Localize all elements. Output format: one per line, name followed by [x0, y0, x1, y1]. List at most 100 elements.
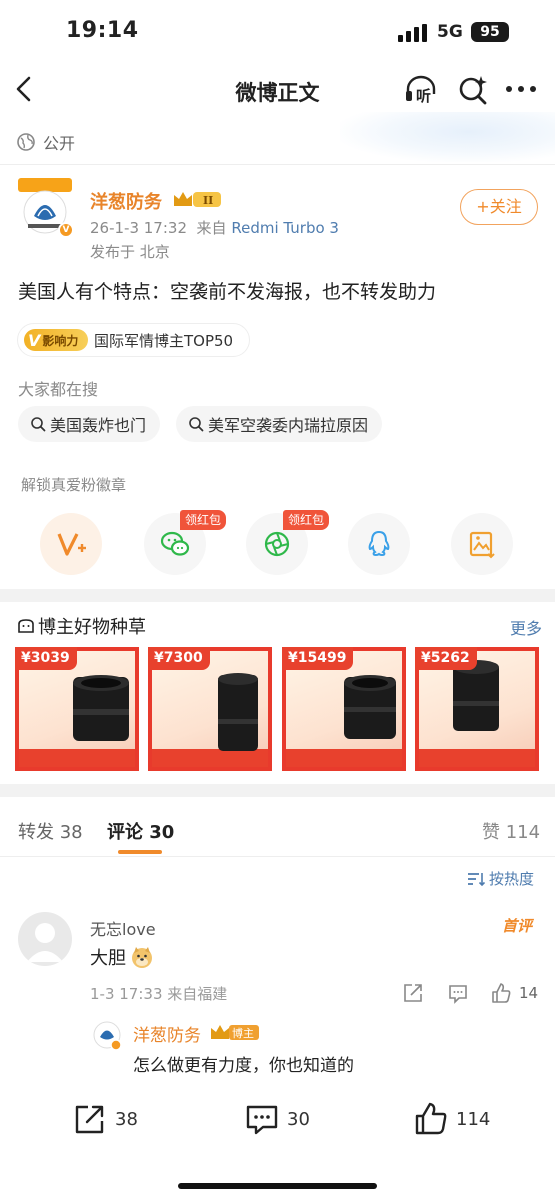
comment-icon [246, 1105, 278, 1135]
section-separator [0, 784, 555, 797]
goods-section-title: 博主好物种草 [16, 613, 146, 639]
product-price: ¥7300 [148, 647, 210, 670]
camera-lens-icon [218, 673, 258, 751]
tab-likes[interactable]: 赞 114 [482, 818, 540, 844]
influence-badge[interactable]: V 影响力 国际军情博主TOP50 [17, 323, 250, 357]
section-separator [0, 589, 555, 602]
post-body: 美国人有个特点：空袭前不发海报，也不转发助力 [18, 281, 437, 303]
first-comment-badge: 首评 [502, 917, 533, 935]
signal-icon [398, 24, 427, 42]
v-plus-icon [57, 533, 86, 556]
share-qq-button[interactable] [348, 513, 410, 575]
product-card[interactable]: ¥7300 [148, 647, 272, 771]
level-badge-text: II [203, 194, 213, 207]
search-icon [31, 417, 46, 432]
home-indicator [178, 1183, 377, 1189]
reply-author-avatar[interactable] [92, 1019, 122, 1051]
comment-body: 大胆 [90, 944, 154, 970]
goods-more-link[interactable]: 更多 [510, 615, 542, 639]
verified-badge-icon: V [58, 222, 74, 238]
influence-icon: V 影响力 [24, 329, 88, 351]
moments-icon [264, 531, 290, 557]
status-bar: 19:14 5G 95 [0, 0, 555, 62]
back-icon[interactable] [12, 74, 36, 104]
save-image-button[interactable] [451, 513, 513, 575]
product-card[interactable]: ¥15499 [282, 647, 406, 771]
comment-like-count: 14 [519, 984, 539, 1002]
commenter-name[interactable]: 无忘love [90, 916, 156, 940]
nav-bar: 微博正文 听 [0, 62, 555, 118]
post-device[interactable]: Redmi Turbo 3 [231, 219, 339, 237]
more-icon[interactable] [504, 76, 538, 102]
unlock-badge-title: 解锁真爱粉徽章 [21, 476, 127, 494]
divider [0, 856, 555, 857]
reply-author-name[interactable]: 洋葱防务 [133, 1021, 201, 1046]
red-packet-tag: 领红包 [180, 510, 227, 530]
hot-search-label: 美军空袭委内瑞拉原因 [208, 416, 369, 435]
comment-count: 30 [287, 1108, 310, 1130]
globe-icon [17, 133, 35, 151]
camera-lens-icon [344, 675, 396, 739]
default-avatar-icon [27, 923, 63, 962]
comment-button[interactable]: 30 [245, 1102, 310, 1136]
product-price: ¥3039 [15, 647, 77, 670]
camera-lens-icon [73, 675, 129, 741]
post-meta: 26-1-3 17:32 来自 Redmi Turbo 3 [90, 217, 339, 238]
listen-label: 听 [416, 87, 431, 104]
goods-bag-icon [18, 619, 34, 633]
repost-button[interactable]: 38 [73, 1102, 138, 1136]
product-price: ¥5262 [415, 647, 477, 670]
hot-search-label: 美国轰炸也门 [50, 416, 147, 435]
product-card[interactable]: ¥5262 [415, 647, 539, 771]
hot-search-chip[interactable]: 美国轰炸也门 [18, 406, 161, 442]
comment-reply-icon[interactable] [447, 982, 469, 1004]
hot-search-title: 大家都在搜 [18, 380, 99, 399]
divider [0, 164, 555, 165]
comment-meta: 1-3 17:33 来自福建 [90, 985, 228, 1003]
like-count: 114 [456, 1108, 491, 1130]
post-location: 发布于 北京 [90, 243, 170, 261]
qq-icon [368, 530, 390, 557]
like-button[interactable]: 114 [414, 1102, 490, 1136]
post-timestamp: 26-1-3 17:32 [90, 219, 187, 237]
comment-like-icon[interactable] [490, 982, 512, 1004]
save-image-icon [469, 531, 495, 559]
fan-badge-button[interactable] [40, 513, 102, 575]
headphones-listen-icon[interactable]: 听 [404, 74, 442, 104]
header-decoration [340, 112, 555, 162]
sort-icon [468, 872, 485, 886]
battery-icon: 95 [471, 22, 509, 42]
status-time: 19:14 [66, 18, 139, 43]
hot-search-chip[interactable]: 美军空袭委内瑞拉原因 [176, 406, 383, 442]
blogger-crown-badge-icon: 博主 [211, 1025, 259, 1040]
post-tabs: 转发 38 评论 30 赞 114 [0, 810, 555, 856]
doge-emoji-icon [132, 947, 152, 968]
crown-level-badge-icon: II [174, 192, 221, 207]
red-packet-tag: 领红包 [283, 510, 330, 530]
follow-button[interactable]: +关注 [460, 189, 538, 225]
like-icon [415, 1102, 447, 1135]
repost-count: 38 [115, 1108, 138, 1130]
author-name[interactable]: 洋葱防务 [90, 188, 162, 214]
ai-search-icon[interactable] [457, 74, 489, 106]
network-type: 5G [437, 22, 463, 42]
active-tab-indicator [118, 850, 162, 854]
repost-icon [75, 1105, 104, 1134]
product-price: ¥15499 [282, 647, 354, 670]
commenter-avatar[interactable] [18, 912, 72, 966]
tab-comments[interactable]: 评论 30 [107, 818, 174, 844]
influence-label: 国际军情博主TOP50 [94, 331, 234, 350]
reply-body: 怎么做更有力度，你也知道的 [133, 1056, 354, 1076]
search-icon [189, 417, 204, 432]
product-card[interactable]: ¥3039 [15, 647, 139, 771]
visibility-indicator: 公开 [16, 131, 75, 153]
wechat-icon [160, 531, 190, 556]
comment-repost-icon[interactable] [402, 982, 424, 1004]
author-avatar[interactable]: V [16, 176, 74, 238]
sort-by-hot-button[interactable]: 按热度 [467, 868, 534, 889]
source-prefix: 来自 [196, 219, 227, 237]
tab-reposts[interactable]: 转发 38 [18, 818, 83, 844]
blogger-badge-text: 博主 [232, 1027, 254, 1040]
visibility-label: 公开 [43, 134, 76, 153]
bottom-action-bar: 38 30 114 [0, 1092, 555, 1152]
